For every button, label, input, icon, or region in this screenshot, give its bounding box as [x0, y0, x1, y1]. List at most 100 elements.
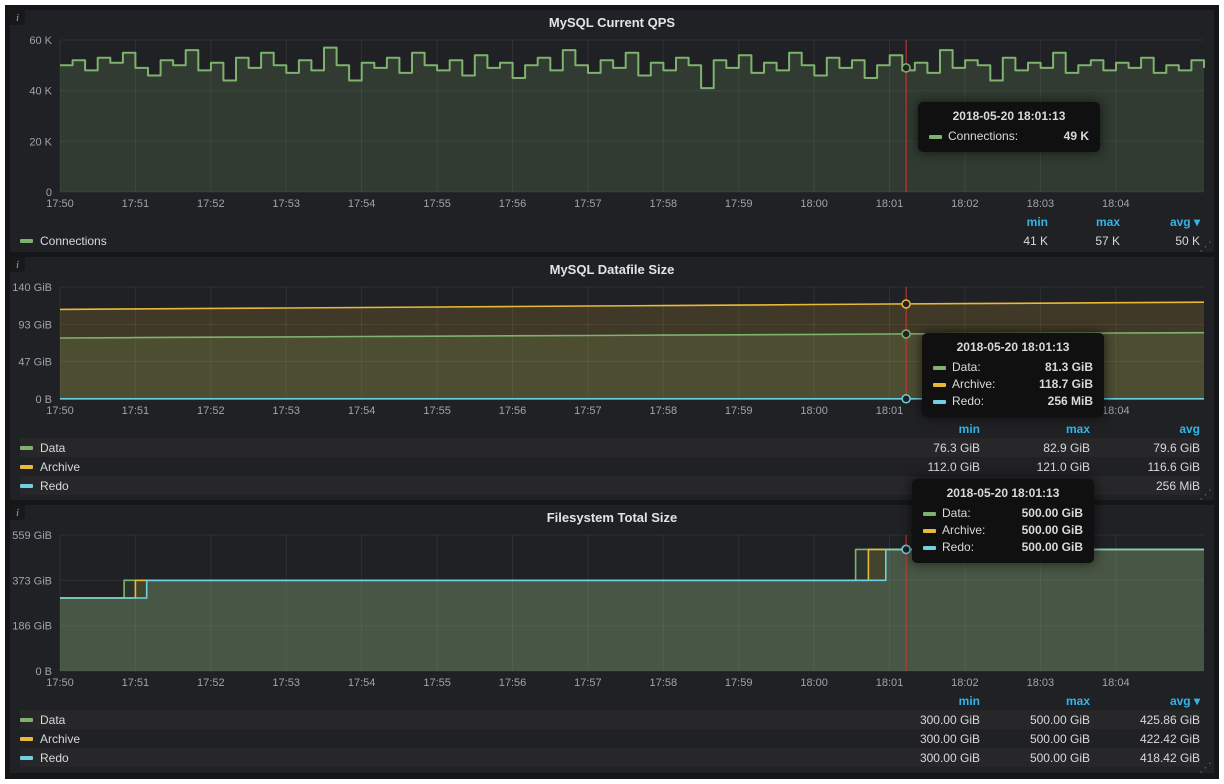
legend-series-label: Data	[40, 441, 65, 455]
legend-min-value: 76.3 GiB	[870, 441, 980, 455]
svg-text:17:58: 17:58	[650, 198, 678, 210]
svg-text:17:57: 17:57	[574, 198, 602, 210]
legend-series-label: Redo	[40, 751, 69, 765]
legend-sort-avg[interactable]: avg	[1090, 422, 1200, 436]
info-icon: i	[16, 259, 19, 271]
series-color-icon	[933, 366, 946, 370]
panel-title[interactable]: MySQL Datafile Size	[10, 257, 1214, 279]
panel-filesystem-total-size: i Filesystem Total Size 0 B186 GiB373 Gi…	[10, 505, 1214, 773]
svg-text:17:52: 17:52	[197, 677, 225, 689]
svg-text:18:04: 18:04	[1102, 405, 1130, 417]
legend-avg-value: 50 K	[1120, 234, 1200, 248]
legend-series-archive[interactable]: Archive	[20, 460, 870, 474]
svg-text:373 GiB: 373 GiB	[12, 575, 52, 587]
series-color-icon	[923, 546, 936, 550]
tooltip-series-label: Data:	[942, 505, 971, 522]
svg-text:17:51: 17:51	[122, 677, 150, 689]
panel-resize-handle[interactable]: ⋰	[1199, 240, 1212, 253]
tooltip-series-label: Redo:	[952, 393, 984, 410]
svg-text:40 K: 40 K	[29, 86, 52, 98]
legend-series-data[interactable]: Data	[20, 713, 870, 727]
legend-header-row: min max avg ▾	[20, 691, 1200, 710]
series-color-icon	[20, 484, 33, 488]
series-color-icon	[20, 446, 33, 450]
legend-row-redo: Redo 300.00 GiB 500.00 GiB 418.42 GiB	[20, 748, 1200, 767]
legend-series-label: Archive	[40, 460, 80, 474]
tooltip-series-label: Redo:	[942, 539, 974, 556]
panel-info-icon[interactable]: i	[10, 257, 25, 272]
panel-resize-handle[interactable]: ⋰	[1199, 761, 1212, 774]
legend-series-connections[interactable]: Connections	[20, 234, 976, 248]
svg-text:47 GiB: 47 GiB	[18, 356, 52, 368]
legend-series-archive[interactable]: Archive	[20, 732, 870, 746]
series-color-icon	[933, 400, 946, 404]
panel-resize-handle[interactable]: ⋰	[1199, 488, 1212, 501]
legend-sort-min[interactable]: min	[976, 215, 1048, 229]
legend-row-archive: Archive 112.0 GiB 121.0 GiB 116.6 GiB	[20, 457, 1200, 476]
legend-series-redo[interactable]: Redo	[20, 751, 870, 765]
svg-text:18:00: 18:00	[800, 198, 828, 210]
legend-avg-value: 425.86 GiB	[1090, 713, 1200, 727]
panel-info-icon[interactable]: i	[10, 505, 25, 520]
tooltip-row: Data: 500.00 GiB	[923, 505, 1083, 522]
graph-tooltip: 2018-05-20 18:01:13 Data: 81.3 GiB Archi…	[922, 333, 1104, 417]
panel-info-icon[interactable]: i	[10, 10, 25, 25]
series-color-icon	[929, 135, 942, 139]
tooltip-row: Archive: 118.7 GiB	[933, 376, 1093, 393]
legend-row-archive: Archive 300.00 GiB 500.00 GiB 422.42 GiB	[20, 729, 1200, 748]
tooltip-series-label: Archive:	[942, 522, 985, 539]
legend-min-value: 300.00 GiB	[870, 751, 980, 765]
svg-text:17:59: 17:59	[725, 405, 753, 417]
panel-mysql-current-qps: i MySQL Current QPS 020 K40 K60 K17:5017…	[10, 10, 1214, 252]
tooltip-series-value: 49 K	[1048, 128, 1089, 145]
svg-text:17:54: 17:54	[348, 405, 376, 417]
svg-text:18:04: 18:04	[1102, 198, 1130, 210]
legend-series-redo[interactable]: Redo	[20, 479, 870, 493]
series-color-icon	[20, 718, 33, 722]
svg-text:18:04: 18:04	[1102, 677, 1130, 689]
tooltip-row: Redo: 256 MiB	[933, 393, 1093, 410]
tooltip-row: Data: 81.3 GiB	[933, 359, 1093, 376]
tooltip-timestamp: 2018-05-20 18:01:13	[933, 340, 1093, 354]
series-color-icon	[20, 756, 33, 760]
legend-avg-value: 256 MiB	[1090, 479, 1200, 493]
svg-text:559 GiB: 559 GiB	[12, 530, 52, 542]
legend-sort-min[interactable]: min	[870, 694, 980, 708]
info-icon: i	[16, 12, 19, 24]
tooltip-series-value: 500.00 GiB	[1006, 522, 1083, 539]
svg-text:140 GiB: 140 GiB	[12, 282, 52, 294]
tooltip-series-value: 81.3 GiB	[1029, 359, 1093, 376]
series-color-icon	[933, 383, 946, 387]
legend-sort-max[interactable]: max	[980, 422, 1090, 436]
svg-text:17:55: 17:55	[423, 198, 451, 210]
grafana-dashboard: i MySQL Current QPS 020 K40 K60 K17:5017…	[5, 5, 1219, 779]
legend-avg-value: 418.42 GiB	[1090, 751, 1200, 765]
svg-text:18:00: 18:00	[800, 677, 828, 689]
svg-text:17:53: 17:53	[272, 677, 300, 689]
graph-tooltip: 2018-05-20 18:01:13 Data: 500.00 GiB Arc…	[912, 479, 1094, 563]
svg-text:18:01: 18:01	[876, 198, 904, 210]
svg-text:17:56: 17:56	[499, 198, 527, 210]
legend-sort-min[interactable]: min	[870, 422, 980, 436]
panel-title[interactable]: MySQL Current QPS	[10, 10, 1214, 32]
legend: min max avg ▾ Connections 41 K 57 K 50 K	[10, 212, 1214, 250]
legend-max-value: 500.00 GiB	[980, 751, 1090, 765]
tooltip-row: Redo: 500.00 GiB	[923, 539, 1083, 556]
legend-sort-max[interactable]: max	[1048, 215, 1120, 229]
legend-series-label: Connections	[40, 234, 107, 248]
svg-text:17:53: 17:53	[272, 405, 300, 417]
legend-sort-avg[interactable]: avg ▾	[1090, 694, 1200, 708]
legend-sort-max[interactable]: max	[980, 694, 1090, 708]
tooltip-series-label: Connections:	[948, 128, 1018, 145]
svg-text:17:50: 17:50	[46, 405, 74, 417]
svg-text:17:55: 17:55	[423, 677, 451, 689]
legend-avg-value: 79.6 GiB	[1090, 441, 1200, 455]
legend-max-value: 500.00 GiB	[980, 732, 1090, 746]
svg-text:18:00: 18:00	[800, 405, 828, 417]
legend: min max avg ▾ Data 300.00 GiB 500.00 GiB…	[10, 691, 1214, 767]
legend-series-data[interactable]: Data	[20, 441, 870, 455]
legend-series-label: Data	[40, 713, 65, 727]
legend-avg-value: 116.6 GiB	[1090, 460, 1200, 474]
panel-mysql-datafile-size: i MySQL Datafile Size 0 B47 GiB93 GiB140…	[10, 257, 1214, 500]
legend-sort-avg[interactable]: avg ▾	[1120, 215, 1200, 229]
